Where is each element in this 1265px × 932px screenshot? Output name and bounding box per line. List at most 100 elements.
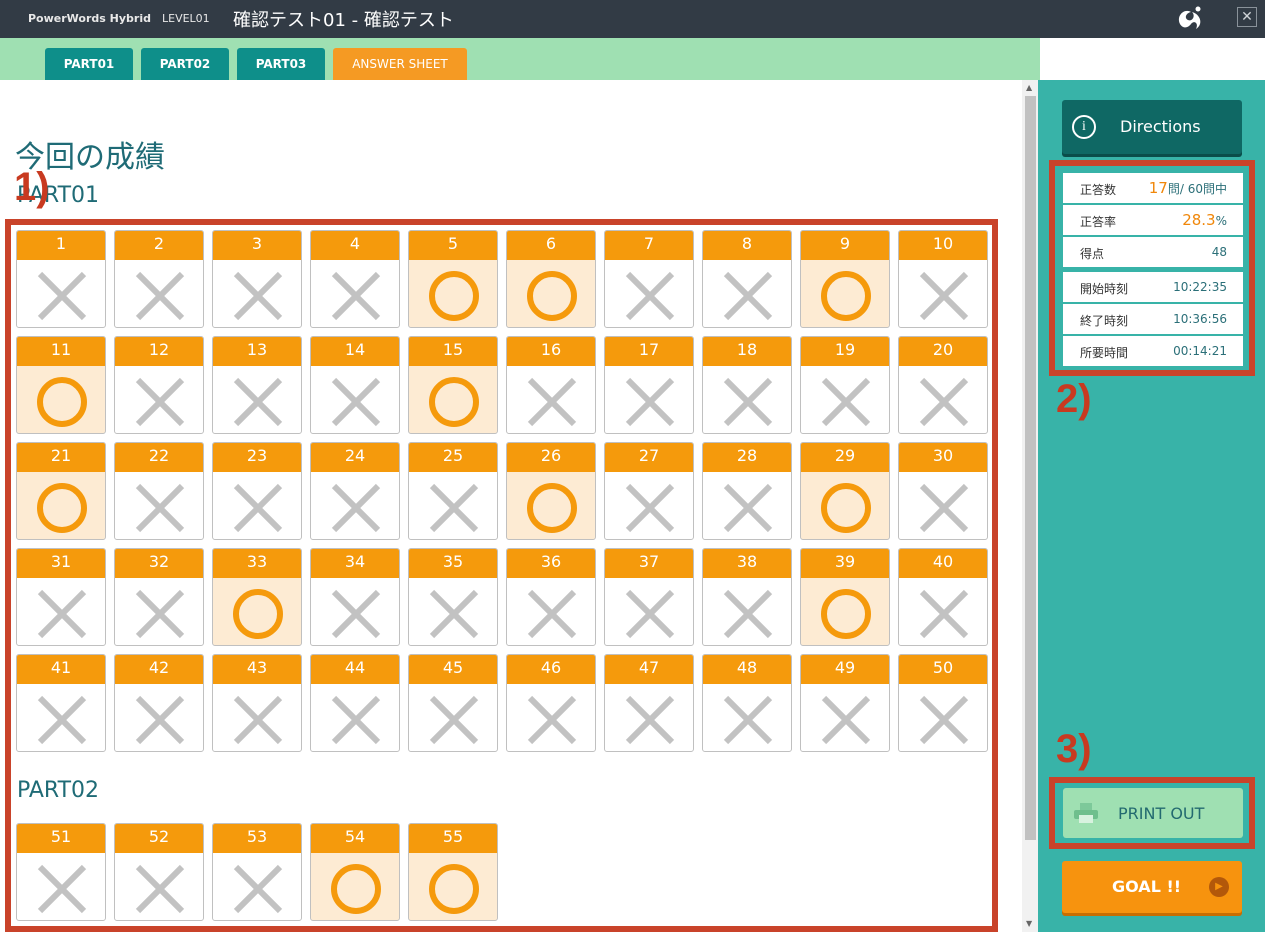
question-number: 2	[115, 231, 203, 260]
question-number: 27	[605, 443, 693, 472]
answer-cell-17[interactable]: 17	[604, 336, 694, 434]
answer-cell-4[interactable]: 4	[310, 230, 400, 328]
incorrect-cross-icon	[723, 695, 773, 745]
incorrect-cross-icon	[527, 695, 577, 745]
question-number: 23	[213, 443, 301, 472]
answer-cell-43[interactable]: 43	[212, 654, 302, 752]
answer-cell-12[interactable]: 12	[114, 336, 204, 434]
question-number: 18	[703, 337, 791, 366]
question-number: 22	[115, 443, 203, 472]
answer-cell-18[interactable]: 18	[702, 336, 792, 434]
tab-part03[interactable]: PART03	[237, 48, 325, 80]
incorrect-cross-icon	[331, 589, 381, 639]
answer-cell-41[interactable]: 41	[16, 654, 106, 752]
answer-cell-36[interactable]: 36	[506, 548, 596, 646]
answer-cell-50[interactable]: 50	[898, 654, 988, 752]
answer-cell-2[interactable]: 2	[114, 230, 204, 328]
answer-cell-35[interactable]: 35	[408, 548, 498, 646]
incorrect-cross-icon	[821, 377, 871, 427]
answer-cell-30[interactable]: 30	[898, 442, 988, 540]
correct-count-value: 17	[1148, 179, 1168, 197]
answer-cell-19[interactable]: 19	[800, 336, 890, 434]
answer-cell-46[interactable]: 46	[506, 654, 596, 752]
answer-cell-6[interactable]: 6	[506, 230, 596, 328]
question-number: 29	[801, 443, 889, 472]
question-number: 38	[703, 549, 791, 578]
answer-cell-52[interactable]: 52	[114, 823, 204, 921]
tab-part01[interactable]: PART01	[45, 48, 133, 80]
answer-cell-28[interactable]: 28	[702, 442, 792, 540]
stats-box: 正答数 17問/ 60問中 正答率 28.3% 得点 48 開始時刻 10:22…	[1063, 173, 1243, 368]
incorrect-cross-icon	[625, 377, 675, 427]
answer-cell-47[interactable]: 47	[604, 654, 694, 752]
annotation-3: 3)	[1056, 727, 1092, 771]
answer-cell-34[interactable]: 34	[310, 548, 400, 646]
answer-cell-11[interactable]: 11	[16, 336, 106, 434]
answer-cell-23[interactable]: 23	[212, 442, 302, 540]
answer-cell-24[interactable]: 24	[310, 442, 400, 540]
close-icon[interactable]: ✕	[1237, 7, 1257, 27]
answer-cell-25[interactable]: 25	[408, 442, 498, 540]
answer-cell-13[interactable]: 13	[212, 336, 302, 434]
tab-part02[interactable]: PART02	[141, 48, 229, 80]
answer-cell-55[interactable]: 55	[408, 823, 498, 921]
answer-cell-9[interactable]: 9	[800, 230, 890, 328]
answer-sheet-panel: 今回の成績 PART01 1) 1 2 3 4 5 6 7 8 9 10 11 12 13 14 15 16 1…	[0, 80, 1022, 932]
answer-cell-32[interactable]: 32	[114, 548, 204, 646]
answer-cell-42[interactable]: 42	[114, 654, 204, 752]
question-number: 36	[507, 549, 595, 578]
answer-cell-26[interactable]: 26	[506, 442, 596, 540]
answer-cell-21[interactable]: 21	[16, 442, 106, 540]
stat-start-time: 開始時刻 10:22:35	[1063, 272, 1243, 302]
scrollbar[interactable]: ▲ ▼	[1022, 80, 1038, 932]
answer-cell-33[interactable]: 33	[212, 548, 302, 646]
answer-cell-37[interactable]: 37	[604, 548, 694, 646]
answer-cell-39[interactable]: 39	[800, 548, 890, 646]
answer-cell-22[interactable]: 22	[114, 442, 204, 540]
answer-cell-16[interactable]: 16	[506, 336, 596, 434]
print-out-button[interactable]: PRINT OUT	[1063, 788, 1243, 838]
part02-label: PART02	[17, 778, 100, 803]
answer-cell-10[interactable]: 10	[898, 230, 988, 328]
scrollbar-thumb[interactable]	[1025, 96, 1036, 840]
answer-cell-38[interactable]: 38	[702, 548, 792, 646]
answer-cell-44[interactable]: 44	[310, 654, 400, 752]
answer-cell-45[interactable]: 45	[408, 654, 498, 752]
answer-cell-5[interactable]: 5	[408, 230, 498, 328]
answer-cell-14[interactable]: 14	[310, 336, 400, 434]
scroll-up-icon[interactable]: ▲	[1026, 83, 1032, 92]
answer-cell-7[interactable]: 7	[604, 230, 694, 328]
question-number: 54	[311, 824, 399, 853]
stat-correct-rate: 正答率 28.3%	[1063, 205, 1243, 235]
tab-answer-sheet[interactable]: ANSWER SHEET	[333, 48, 467, 80]
answer-cell-29[interactable]: 29	[800, 442, 890, 540]
answer-cell-3[interactable]: 3	[212, 230, 302, 328]
incorrect-cross-icon	[37, 864, 87, 914]
answer-cell-54[interactable]: 54	[310, 823, 400, 921]
question-number: 46	[507, 655, 595, 684]
play-circle-icon: ▶	[1209, 877, 1229, 897]
incorrect-cross-icon	[135, 589, 185, 639]
app-name: PowerWords Hybrid	[28, 12, 151, 25]
question-number: 37	[605, 549, 693, 578]
answer-cell-51[interactable]: 51	[16, 823, 106, 921]
answer-cell-20[interactable]: 20	[898, 336, 988, 434]
answer-cell-15[interactable]: 15	[408, 336, 498, 434]
question-number: 55	[409, 824, 497, 853]
answer-cell-27[interactable]: 27	[604, 442, 694, 540]
answer-cell-53[interactable]: 53	[212, 823, 302, 921]
answer-cell-40[interactable]: 40	[898, 548, 988, 646]
goal-button[interactable]: GOAL !! ▶	[1062, 861, 1242, 913]
incorrect-cross-icon	[723, 377, 773, 427]
answer-cell-49[interactable]: 49	[800, 654, 890, 752]
start-time-value: 10:22:35	[1173, 280, 1227, 294]
scroll-down-icon[interactable]: ▼	[1026, 919, 1032, 928]
directions-button[interactable]: i Directions	[1062, 100, 1242, 154]
directions-label: Directions	[1120, 117, 1201, 136]
incorrect-cross-icon	[429, 589, 479, 639]
incorrect-cross-icon	[919, 483, 969, 533]
answer-cell-48[interactable]: 48	[702, 654, 792, 752]
answer-cell-1[interactable]: 1	[16, 230, 106, 328]
answer-cell-8[interactable]: 8	[702, 230, 792, 328]
answer-cell-31[interactable]: 31	[16, 548, 106, 646]
